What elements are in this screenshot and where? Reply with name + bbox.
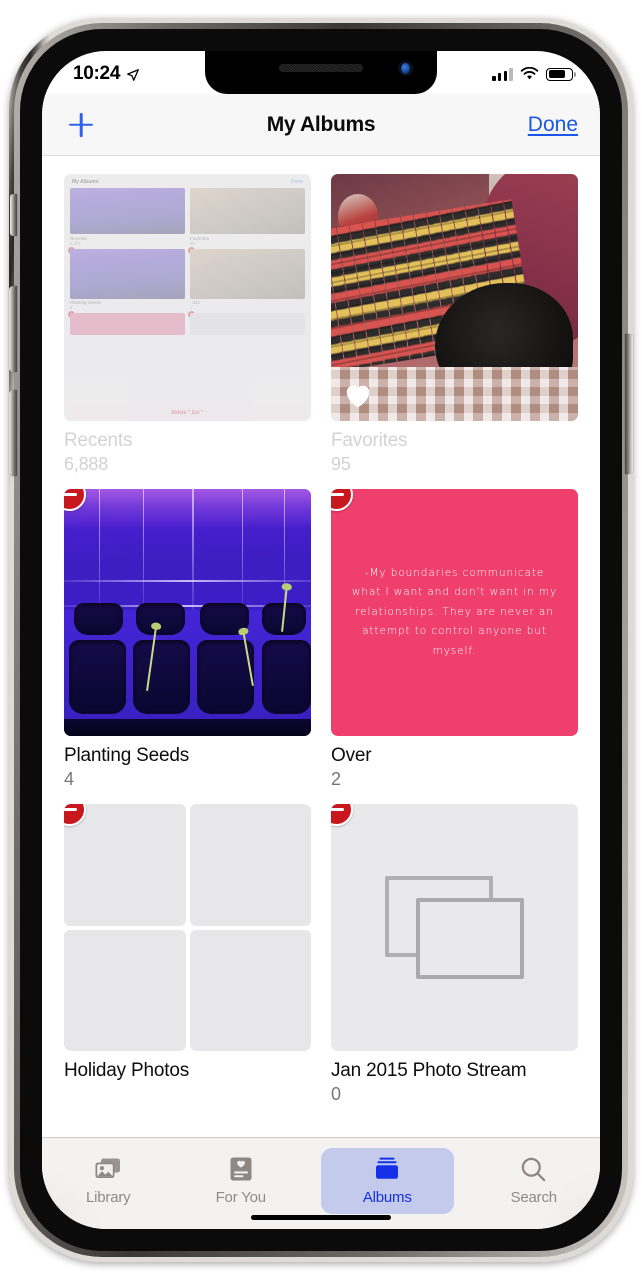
album-name: Jan 2015 Photo Stream [331,1060,527,1081]
quote-text: -My boundaries communicate what I want a… [351,566,558,657]
album-thumbnail[interactable] [64,489,311,736]
album-cell-jan-2015-photo-stream[interactable]: Jan 2015 Photo Stream 0 [331,804,578,1105]
nested-sheet-label: Delete " Zzz " [171,410,204,416]
heart-icon [346,385,370,408]
album-thumbnail[interactable] [331,174,578,421]
cellular-signal-icon [492,68,513,81]
volume-down-button[interactable] [9,390,17,476]
albums-scroll-area[interactable]: My Albums Done Recents 6,883 Favorites 9… [42,156,600,1229]
tab-for-you[interactable]: For You [175,1148,308,1214]
page-title: My Albums [266,112,376,136]
album-thumbnail[interactable] [64,804,311,1051]
volume-up-button[interactable] [9,286,17,372]
photos-library-icon [93,1154,123,1184]
screenshot-canvas: 10:24 My Albums Done My Albums Done Rece… [0,0,642,1280]
album-name: Recents [64,430,133,451]
status-bar-left: 10:24 [73,60,140,85]
nested-count: 95 [190,240,195,246]
tab-label: For You [215,1189,267,1206]
recursive-screenshot-art: My Albums Done Recents 6,883 Favorites 9… [64,174,311,421]
nested-title: My Albums [72,179,99,185]
earpiece-speaker-icon [279,64,363,72]
album-name: Planting Seeds [64,745,190,766]
album-cell-planting-seeds[interactable]: Planting Seeds 4 [64,489,311,790]
phone-frame: 10:24 My Albums Done My Albums Done Rece… [9,18,633,1262]
mute-switch[interactable] [10,194,17,236]
album-count: 2 [331,769,341,789]
power-button[interactable] [625,334,633,474]
album-count: 6,888 [64,454,109,474]
album-count: 4 [64,769,74,789]
status-time: 10:24 [73,63,121,84]
battery-icon [546,67,577,81]
album-cell-recents[interactable]: My Albums Done Recents 6,883 Favorites 9… [64,174,311,475]
front-camera-icon [398,61,413,76]
album-thumbnail[interactable] [331,804,578,1051]
nested-count: 1 [190,305,193,310]
status-bar-right [492,64,577,81]
album-name: Favorites [331,430,408,451]
done-button[interactable]: Done [528,113,578,137]
album-count: 0 [331,1084,341,1104]
wifi-icon [520,67,539,80]
album-cell-over[interactable]: -My boundaries communicate what I want a… [331,489,578,790]
add-album-button[interactable] [64,108,98,142]
notch [205,51,437,94]
phone-bezel: 10:24 My Albums Done My Albums Done Rece… [20,29,622,1251]
magnifier-icon [519,1154,549,1184]
album-cell-holiday-photos[interactable]: Holiday Photos [64,804,311,1105]
album-thumbnail[interactable]: -My boundaries communicate what I want a… [331,489,578,736]
albums-grid: My Albums Done Recents 6,883 Favorites 9… [42,156,600,1105]
tab-label: Library [86,1189,131,1206]
nested-action-sheet: Delete " Zzz " [68,405,307,421]
nested-done: Done [291,179,303,185]
album-name: Over [331,745,372,766]
phone-screen: 10:24 My Albums Done My Albums Done Rece… [42,51,600,1229]
tab-library[interactable]: Library [42,1148,175,1214]
empty-quad-placeholder-art [64,804,311,1051]
photo-stream-placeholder-art [331,804,578,1051]
pink-quote-card-art: -My boundaries communicate what I want a… [331,489,578,736]
album-thumbnail[interactable]: My Albums Done Recents 6,883 Favorites 9… [64,174,311,421]
album-name: Holiday Photos [64,1060,189,1081]
album-count: 95 [331,454,351,474]
for-you-heart-card-icon [226,1154,256,1184]
location-arrow-icon [127,68,140,81]
nested-count: 6,883 [70,240,81,246]
tab-label: Search [510,1189,558,1206]
tab-label: Albums [362,1189,412,1206]
stacked-photos-icon [385,875,524,980]
albums-stack-icon [372,1154,402,1184]
photo-uv-seedling-tray-art [64,489,311,736]
nested-count: 4 [70,305,73,310]
tab-albums[interactable]: Albums [321,1148,454,1214]
tab-search[interactable]: Search [468,1148,601,1214]
album-cell-favorites[interactable]: Favorites 95 [331,174,578,475]
navigation-bar: My Albums Done [42,94,600,156]
home-indicator[interactable] [251,1215,391,1220]
